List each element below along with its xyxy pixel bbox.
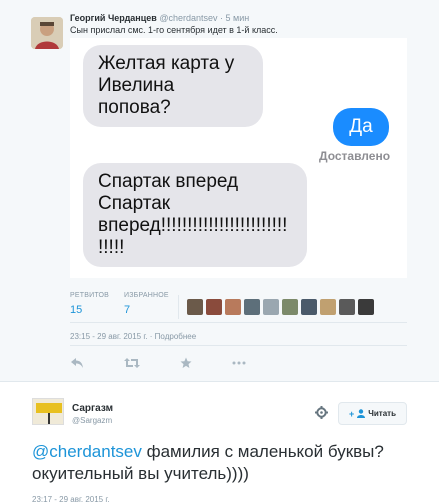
author-avatar[interactable] (31, 17, 63, 49)
message-bubble-incoming: Желтая карта у Ивелина попова? (83, 45, 263, 127)
details-link[interactable]: Подробнее (155, 332, 197, 341)
meta-separator: · (149, 332, 153, 341)
stats-divider (178, 295, 179, 319)
main-tweet: Георгий Черданцев @cherdantsev · 5 мин С… (0, 0, 439, 382)
favoriter-avatar[interactable] (301, 299, 317, 315)
tweet-text: Сын прислал смс. 1-го сентября идет в 1-… (70, 25, 278, 35)
reply-icon[interactable] (70, 357, 84, 369)
favorites-label: ИЗБРАННОЕ (124, 292, 169, 299)
divider (70, 322, 407, 323)
retweet-icon[interactable] (124, 357, 140, 369)
favoriter-avatar[interactable] (339, 299, 355, 315)
delivered-status: Доставлено (319, 149, 391, 163)
retweets-label: РЕТВИТОВ (70, 292, 109, 299)
user-icon (357, 409, 366, 418)
reply-author-name[interactable]: Саргазм (72, 403, 113, 414)
reply-text: @cherdantsev фамилия с маленькой буквы? … (32, 441, 422, 485)
follow-label: Читать (368, 409, 396, 418)
tweet-media-image[interactable]: Желтая карта у Ивелина попова? Да Достав… (70, 38, 407, 278)
follow-button[interactable]: + Читать (338, 402, 407, 425)
tweet-time[interactable]: · 5 мин (220, 13, 249, 23)
favoriter-avatar[interactable] (244, 299, 260, 315)
favoriter-avatar[interactable] (206, 299, 222, 315)
author-name[interactable]: Георгий Черданцев (70, 13, 157, 23)
reply-timestamp: 23:17 - 29 авг. 2015 г. (32, 495, 110, 504)
reply-tweet: Саргазм @Sargazm + Читать @cherdantsev ф… (0, 397, 439, 504)
tweet-timestamp: 23:15 - 29 авг. 2015 г. (70, 332, 148, 341)
retweets-stat[interactable]: РЕТВИТОВ 15 (70, 292, 109, 316)
favoriter-avatar[interactable] (187, 299, 203, 315)
reply-author-avatar[interactable] (32, 398, 64, 425)
favoriter-avatar[interactable] (282, 299, 298, 315)
message-bubble-incoming: Спартак вперед Спартак вперед!!!!!!!!!!!… (83, 163, 307, 267)
tweet-meta: 23:15 - 29 авг. 2015 г. · Подробнее (70, 332, 196, 341)
message-bubble-outgoing: Да (333, 108, 389, 146)
more-icon[interactable] (232, 357, 246, 369)
reply-author-handle[interactable]: @Sargazm (72, 416, 112, 425)
favoriter-avatar[interactable] (358, 299, 374, 315)
favoriters-avatars (187, 299, 374, 315)
favoriter-avatar[interactable] (225, 299, 241, 315)
favorites-count: 7 (124, 304, 131, 316)
gear-icon[interactable] (315, 406, 328, 424)
favoriter-avatar[interactable] (320, 299, 336, 315)
divider (70, 345, 407, 346)
add-user-icon: + (348, 408, 355, 419)
favorites-stat[interactable]: ИЗБРАННОЕ 7 (124, 292, 169, 316)
mention-link[interactable]: @cherdantsev (32, 442, 142, 461)
favorite-icon[interactable] (180, 357, 192, 369)
favoriter-avatar[interactable] (263, 299, 279, 315)
tweet-actions (70, 357, 246, 369)
author-handle[interactable]: @cherdantsev (159, 13, 217, 23)
tweet-header: Георгий Черданцев @cherdantsev · 5 мин (70, 13, 249, 23)
retweets-count: 15 (70, 304, 83, 316)
